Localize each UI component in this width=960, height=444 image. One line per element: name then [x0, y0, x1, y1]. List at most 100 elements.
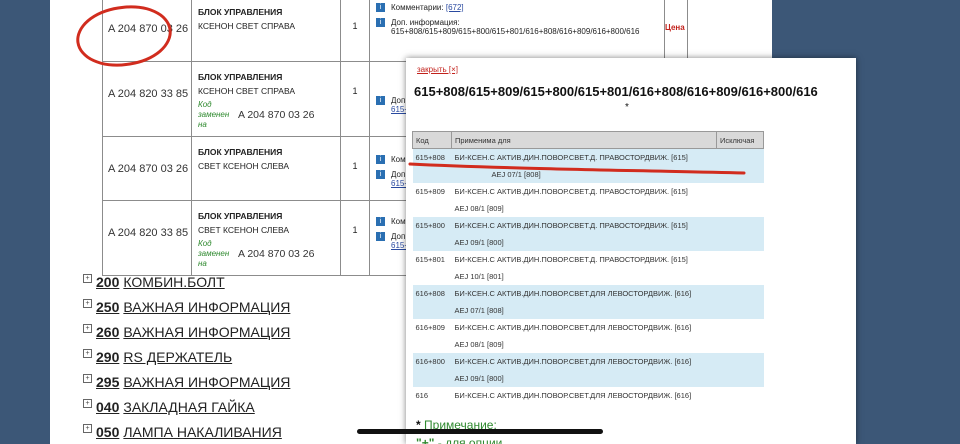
group-item[interactable]: +200 КОМБИН.БОЛТ	[83, 269, 290, 294]
quantity-cell: 1	[340, 200, 370, 276]
footnote-plus: "+"	[416, 436, 435, 444]
group-code[interactable]: 050	[96, 424, 119, 440]
comments-link[interactable]: [672]	[446, 3, 464, 12]
part-name: БЛОК УПРАВЛЕНИЯ	[198, 147, 283, 157]
part-number-cell: A 204 820 33 85	[102, 200, 192, 276]
close-popup-link[interactable]: закрыть [×]	[417, 65, 458, 74]
column-header-excluding: Исключая	[716, 131, 764, 149]
table-row: A 204 870 03 26 БЛОК УПРАВЛЕНИЯ КСЕНОН С…	[102, 0, 688, 62]
quantity-cell: 1	[340, 61, 370, 137]
info-icon[interactable]: i	[376, 217, 385, 226]
table-row: 616 БИ-КСЕН.С АКТИВ.ДИН.ПОВОР.СВЕТ.ДЛЯ ЛЕ…	[413, 387, 764, 404]
info-icon[interactable]: i	[376, 170, 385, 179]
group-item[interactable]: +295 ВАЖНАЯ ИНФОРМАЦИЯ	[83, 369, 290, 394]
group-item[interactable]: +290 RS ДЕРЖАТЕЛЬ	[83, 344, 290, 369]
group-item[interactable]: +050 ЛАМПА НАКАЛИВАНИЯ	[83, 419, 290, 444]
option-description: БИ-КСЕН.С АКТИВ.ДИН.ПОВОР.СВЕТ.ДЛЯ ЛЕВОС…	[451, 285, 717, 302]
price-link[interactable]: Цена	[665, 23, 687, 32]
quantity-cell: 1	[340, 136, 370, 201]
group-code[interactable]: 295	[96, 374, 119, 390]
group-name[interactable]: ВАЖНАЯ ИНФОРМАЦИЯ	[123, 299, 290, 315]
extra-info-row: i Доп. информация: 615+808/615+809/615+800…	[376, 18, 658, 36]
exclusion-cell	[716, 302, 764, 319]
part-description: КСЕНОН СВЕТ СПРАВА	[198, 86, 296, 96]
group-code[interactable]: 250	[96, 299, 119, 315]
option-code: 615+800	[412, 217, 452, 234]
option-code: 616+808	[412, 285, 452, 302]
exclusion-cell	[716, 353, 764, 370]
group-item[interactable]: +040 ЗАКЛАДНАЯ ГАЙКА	[83, 394, 290, 419]
empty-code-cell	[412, 302, 452, 319]
group-item[interactable]: +260 ВАЖНАЯ ИНФОРМАЦИЯ	[83, 319, 290, 344]
expand-icon[interactable]: +	[83, 274, 92, 283]
exclusion-cell	[717, 251, 764, 268]
part-number[interactable]: A 204 820 33 85	[103, 88, 191, 100]
group-name[interactable]: RS ДЕРЖАТЕЛЬ	[123, 349, 232, 365]
expand-icon[interactable]: +	[83, 424, 92, 433]
info-icon[interactable]: i	[376, 232, 385, 241]
table-row: AEJ 08/1 [809]	[413, 336, 764, 353]
part-name-cell: БЛОК УПРАВЛЕНИЯ СВЕТ КСЕНОН СЛЕВА	[191, 136, 341, 201]
option-sub: AEJ 09/1 [800]	[451, 234, 717, 251]
header-row: Код Применима для Исключая	[412, 131, 764, 149]
empty-code-cell	[413, 268, 452, 285]
quantity-cell: 1	[340, 0, 370, 62]
expand-icon[interactable]: +	[83, 324, 92, 333]
info-icon[interactable]: i	[376, 3, 385, 12]
info-icon[interactable]: i	[376, 96, 385, 105]
expand-icon[interactable]: +	[83, 349, 92, 358]
replacement-number[interactable]: A 204 870 03 26	[238, 109, 315, 121]
part-name: БЛОК УПРАВЛЕНИЯ	[198, 211, 283, 221]
group-name[interactable]: ЛАМПА НАКАЛИВАНИЯ	[123, 424, 281, 440]
extra-info-label: Доп. информация:	[391, 18, 460, 27]
group-code[interactable]: 290	[96, 349, 119, 365]
exclusion-cell	[716, 217, 764, 234]
empty-code-cell	[412, 234, 452, 251]
home-indicator	[357, 429, 603, 434]
option-description: БИ-КСЕН.С АКТИВ.ДИН.ПОВОР.СВЕТ.Д. ПРАВОС…	[451, 217, 717, 234]
empty-code-cell	[412, 370, 452, 387]
part-name: БЛОК УПРАВЛЕНИЯ	[198, 72, 283, 82]
column-header-code: Код	[412, 131, 452, 149]
part-number-cell: A 204 870 03 26	[102, 136, 192, 201]
group-code[interactable]: 260	[96, 324, 119, 340]
info-icon[interactable]: i	[376, 18, 385, 27]
part-description: СВЕТ КСЕНОН СЛЕВА	[198, 225, 290, 235]
table-row: AEJ 09/1 [800]	[412, 370, 764, 387]
info-icon[interactable]: i	[376, 155, 385, 164]
info-cell: i Комментарии: [672] i Доп. информация: 615…	[369, 0, 665, 62]
replaced-label: Код заменен на	[198, 239, 230, 268]
option-description: БИ-КСЕН.С АКТИВ.ДИН.ПОВОР.СВЕТ.ДЛЯ ЛЕВОС…	[451, 353, 717, 370]
option-sub: AEJ 07/1 [808]	[451, 302, 717, 319]
group-list: +200 КОМБИН.БОЛТ +250 ВАЖНАЯ ИНФОРМАЦИЯ +2…	[83, 269, 290, 444]
part-name-cell: БЛОК УПРАВЛЕНИЯ КСЕНОН СВЕТ СПРАВА	[191, 0, 341, 62]
table-row: AEJ 10/1 [801]	[413, 268, 764, 285]
option-code: 615+801	[415, 255, 445, 264]
option-description: БИ-КСЕН.С АКТИВ.ДИН.ПОВОР.СВЕТ.Д. ПРАВОС…	[454, 255, 688, 264]
extra-info-text[interactable]: 615+808/615+809/615+800/615+801/616+808/…	[391, 27, 639, 36]
group-name[interactable]: ЗАКЛАДНАЯ ГАЙКА	[123, 399, 254, 415]
option-code: 616+800	[412, 353, 452, 370]
option-sub: AEJ 08/1 [809]	[454, 340, 504, 349]
group-name[interactable]: ВАЖНАЯ ИНФОРМАЦИЯ	[123, 374, 290, 390]
table-row: 616+809 БИ-КСЕН.С АКТИВ.ДИН.ПОВОР.СВЕТ.ДЛ…	[413, 319, 764, 336]
group-item[interactable]: +250 ВАЖНАЯ ИНФОРМАЦИЯ	[83, 294, 290, 319]
part-number[interactable]: A 204 820 33 85	[103, 227, 191, 239]
exclusion-cell	[716, 285, 764, 302]
exclusion-cell	[717, 387, 764, 404]
group-code[interactable]: 200	[96, 274, 119, 290]
option-description: БИ-КСЕН.С АКТИВ.ДИН.ПОВОР.СВЕТ.Д. ПРАВОС…	[454, 187, 688, 196]
replacement-info: Код заменен на A 204 870 03 26	[198, 239, 334, 269]
group-code[interactable]: 040	[96, 399, 119, 415]
part-number[interactable]: A 204 870 03 26	[103, 163, 191, 175]
expand-icon[interactable]: +	[83, 399, 92, 408]
expand-icon[interactable]: +	[83, 374, 92, 383]
part-name-cell: БЛОК УПРАВЛЕНИЯ КСЕНОН СВЕТ СПРАВА Код з…	[191, 61, 341, 137]
option-sub: AEJ 09/1 [800]	[451, 370, 717, 387]
group-name[interactable]: ВАЖНАЯ ИНФОРМАЦИЯ	[123, 324, 290, 340]
comments-row: i Комментарии: [672]	[376, 3, 658, 12]
group-name[interactable]: КОМБИН.БОЛТ	[123, 274, 224, 290]
expand-icon[interactable]: +	[83, 299, 92, 308]
replacement-number[interactable]: A 204 870 03 26	[238, 248, 315, 260]
exclusion-cell	[717, 183, 764, 200]
